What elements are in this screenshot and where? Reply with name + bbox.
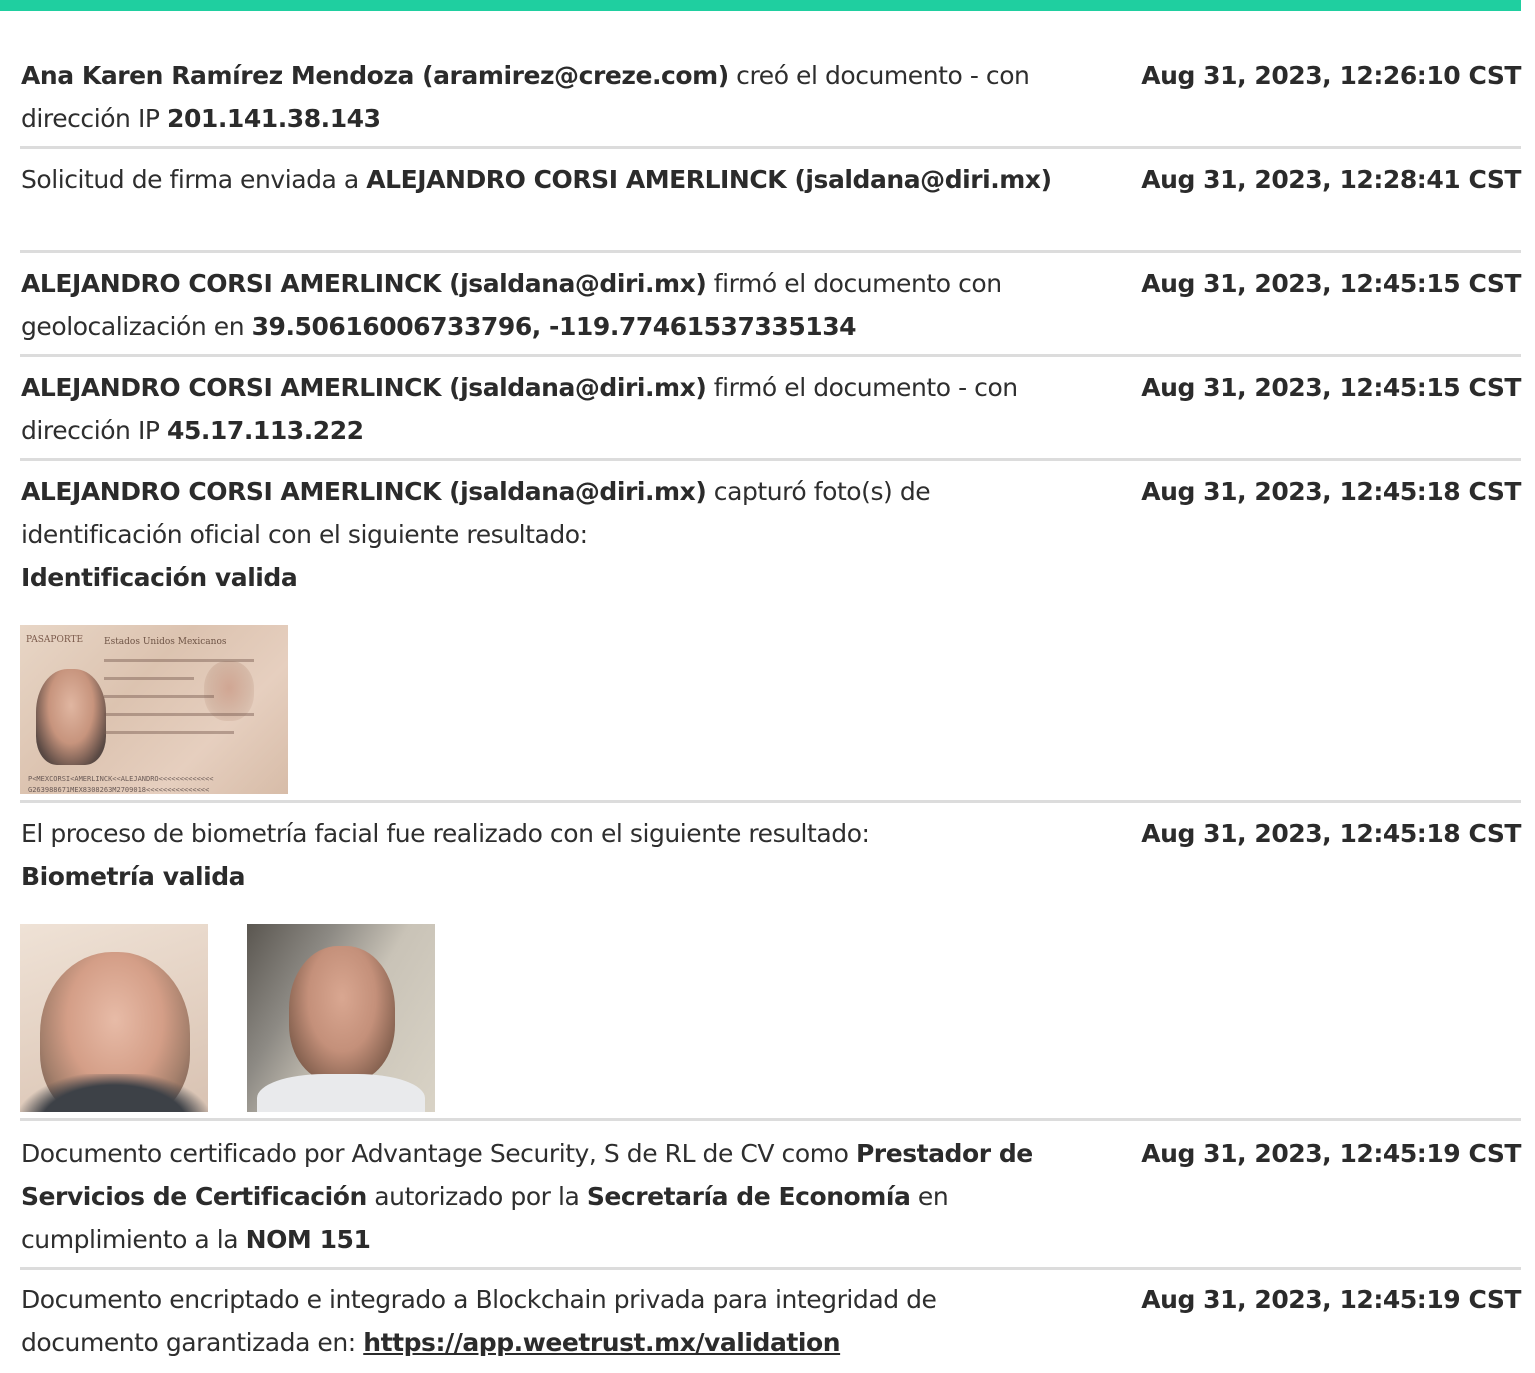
event-plain-text: autorizado por la bbox=[366, 1182, 587, 1211]
validation-link[interactable]: https://app.weetrust.mx/validation bbox=[363, 1328, 840, 1357]
event-row: Ana Karen Ramírez Mendoza (aramirez@crez… bbox=[20, 54, 1521, 149]
event-highlight: Identificación valida bbox=[21, 563, 298, 592]
event-timestamp: Aug 31, 2023, 12:45:18 CST bbox=[1141, 477, 1521, 506]
event-highlight: 201.141.38.143 bbox=[167, 104, 381, 133]
event-highlight: ALEJANDRO CORSI AMERLINCK (jsaldana@diri… bbox=[366, 165, 1052, 194]
passport-mrz: G263988671MEX8308263M2709018<<<<<<<<<<<<… bbox=[28, 786, 210, 794]
event-timestamp: Aug 31, 2023, 12:45:15 CST bbox=[1141, 373, 1521, 402]
event-plain-text: El proceso de biometría facial fue reali… bbox=[21, 819, 870, 848]
event-timestamp: Aug 31, 2023, 12:26:10 CST bbox=[1141, 61, 1521, 90]
event-highlight: NOM 151 bbox=[245, 1225, 371, 1254]
passport-line bbox=[104, 695, 214, 698]
face-shape bbox=[289, 946, 395, 1082]
event-highlight: ALEJANDRO CORSI AMERLINCK (jsaldana@diri… bbox=[21, 373, 707, 402]
event-highlight: Biometría valida bbox=[21, 862, 246, 891]
passport-line bbox=[104, 659, 254, 662]
passport-line bbox=[104, 677, 194, 680]
passport-face bbox=[36, 669, 106, 765]
shoulder-shape bbox=[20, 1074, 208, 1112]
event-highlight: 39.50616006733796, -119.77461537335134 bbox=[251, 312, 857, 341]
event-highlight: Ana Karen Ramírez Mendoza (aramirez@crez… bbox=[21, 61, 729, 90]
id-document-photo: PASAPORTE Estados Unidos Mexicanos P<MEX… bbox=[20, 625, 288, 794]
passport-country: Estados Unidos Mexicanos bbox=[104, 637, 227, 647]
passport-face-ghost bbox=[204, 661, 254, 721]
event-timestamp: Aug 31, 2023, 12:45:19 CST bbox=[1141, 1285, 1521, 1314]
event-highlight: Secretaría de Economía bbox=[586, 1182, 911, 1211]
event-highlight: 45.17.113.222 bbox=[167, 416, 364, 445]
event-row: El proceso de biometría facial fue reali… bbox=[20, 812, 1521, 1121]
event-timestamp: Aug 31, 2023, 12:28:41 CST bbox=[1141, 165, 1521, 194]
event-timestamp: Aug 31, 2023, 12:45:18 CST bbox=[1141, 819, 1521, 848]
event-row: Documento encriptado e integrado a Block… bbox=[20, 1278, 1521, 1373]
event-highlight: ALEJANDRO CORSI AMERLINCK (jsaldana@diri… bbox=[21, 269, 707, 298]
event-text: ALEJANDRO CORSI AMERLINCK (jsaldana@diri… bbox=[21, 470, 1081, 599]
event-plain-text: Solicitud de firma enviada a bbox=[21, 165, 367, 194]
event-text: El proceso de biometría facial fue reali… bbox=[21, 812, 1081, 898]
shirt-shape bbox=[257, 1074, 425, 1112]
event-text: ALEJANDRO CORSI AMERLINCK (jsaldana@diri… bbox=[21, 262, 1081, 348]
event-timestamp: Aug 31, 2023, 12:45:19 CST bbox=[1141, 1139, 1521, 1168]
event-plain-text: Documento certificado por Advantage Secu… bbox=[21, 1139, 856, 1168]
event-row: ALEJANDRO CORSI AMERLINCK (jsaldana@diri… bbox=[20, 366, 1521, 461]
event-text: Documento encriptado e integrado a Block… bbox=[21, 1278, 1081, 1364]
event-text: Documento certificado por Advantage Secu… bbox=[21, 1132, 1081, 1261]
passport-mrz: P<MEXCORSI<AMERLINCK<<ALEJANDRO<<<<<<<<<… bbox=[28, 775, 214, 783]
event-highlight: ALEJANDRO CORSI AMERLINCK (jsaldana@diri… bbox=[21, 477, 707, 506]
accent-bar bbox=[0, 0, 1521, 11]
id-face-photo bbox=[20, 924, 208, 1112]
event-text: ALEJANDRO CORSI AMERLINCK (jsaldana@diri… bbox=[21, 366, 1081, 452]
selfie-photo bbox=[247, 924, 435, 1112]
event-row: ALEJANDRO CORSI AMERLINCK (jsaldana@diri… bbox=[20, 470, 1521, 803]
passport-header: PASAPORTE bbox=[26, 635, 84, 645]
passport-line bbox=[104, 713, 254, 716]
event-row: Solicitud de firma enviada a ALEJANDRO C… bbox=[20, 158, 1521, 253]
passport-line bbox=[104, 731, 234, 734]
event-row: Documento certificado por Advantage Secu… bbox=[20, 1132, 1521, 1270]
event-timestamp: Aug 31, 2023, 12:45:15 CST bbox=[1141, 269, 1521, 298]
event-text: Ana Karen Ramírez Mendoza (aramirez@crez… bbox=[21, 54, 1081, 140]
event-row: ALEJANDRO CORSI AMERLINCK (jsaldana@diri… bbox=[20, 262, 1521, 357]
event-text: Solicitud de firma enviada a ALEJANDRO C… bbox=[21, 158, 1081, 201]
